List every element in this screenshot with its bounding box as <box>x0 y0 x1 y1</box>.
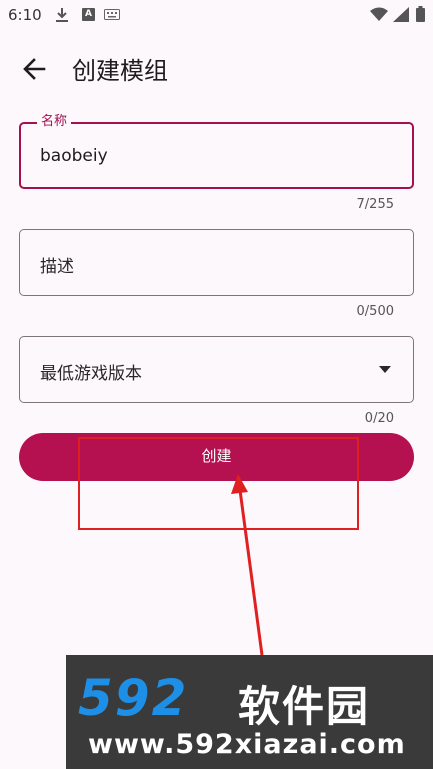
screen: 6:10 A 创建模组 名称 baobeiy 7/255 描述 0/500 最低… <box>0 0 433 769</box>
watermark-logo-text: 软件园 <box>238 682 371 731</box>
watermark: 592 软件园 www.592xiazai.com <box>66 655 433 769</box>
annotation-arrow-icon <box>231 474 264 656</box>
watermark-url: www.592xiazai.com <box>88 729 406 760</box>
watermark-logo-number: 592 <box>78 669 189 727</box>
